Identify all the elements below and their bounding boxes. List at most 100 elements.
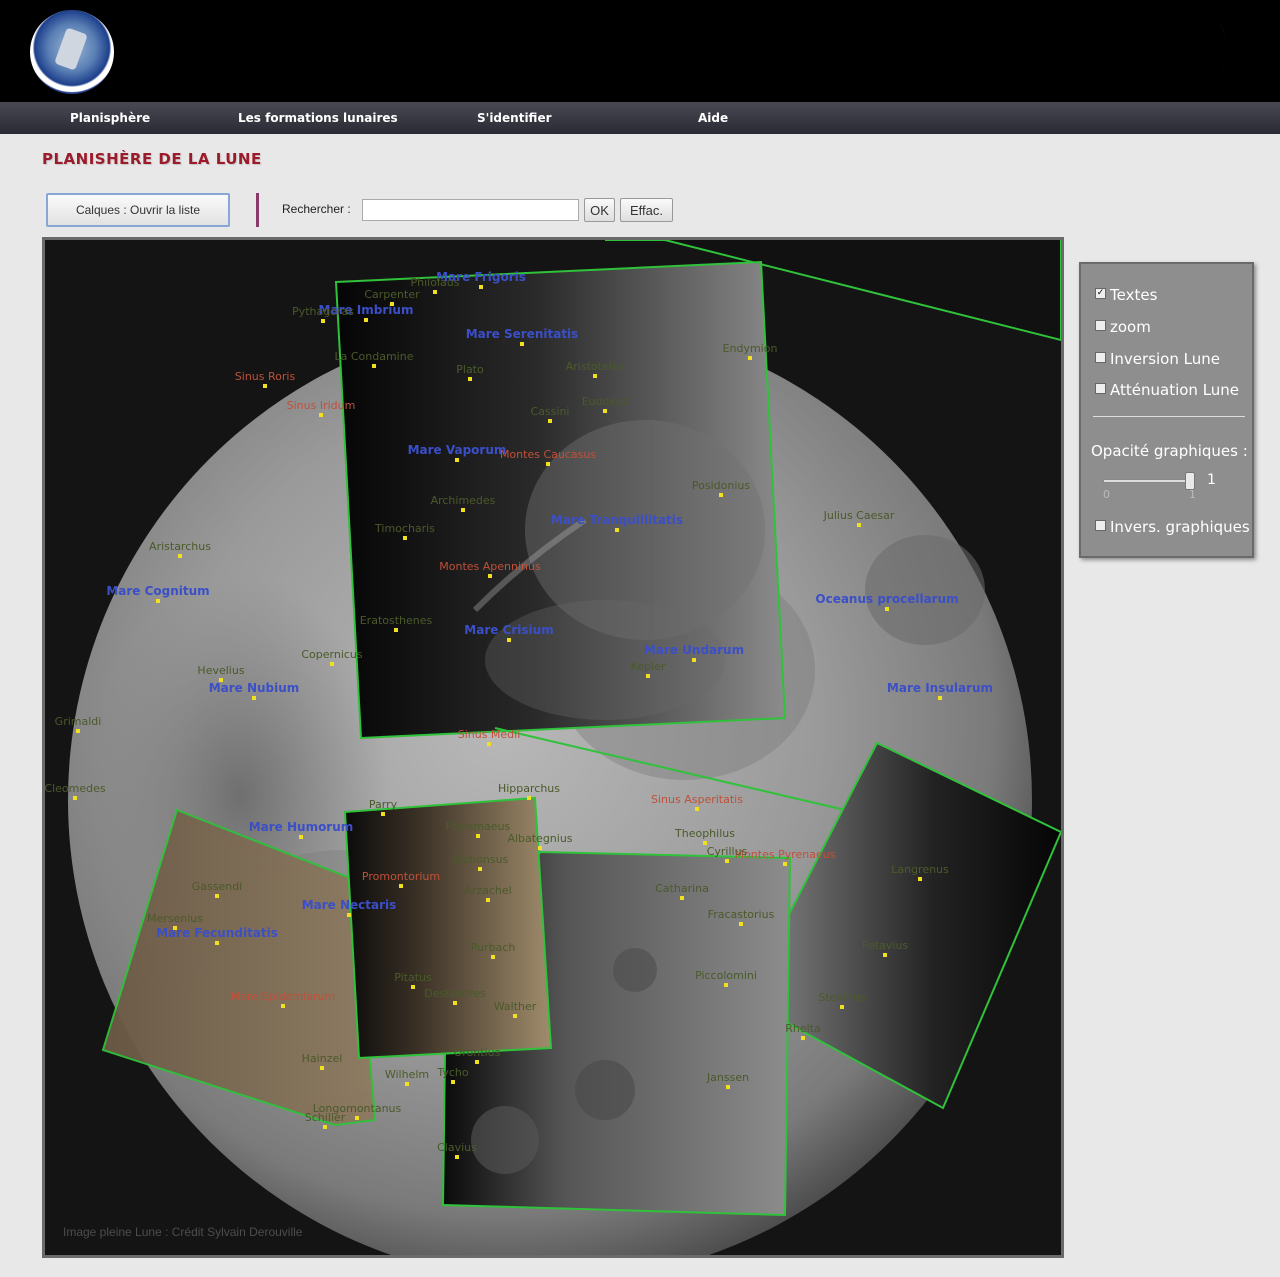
- opacity-slider-track[interactable]: [1103, 479, 1193, 483]
- checkbox-textes[interactable]: ✓: [1095, 288, 1106, 299]
- feature-label[interactable]: Hainzel: [302, 1052, 343, 1065]
- feature-label[interactable]: Mare Insularum: [887, 681, 993, 695]
- nav-help[interactable]: Aide: [698, 111, 728, 125]
- nav-formations-lunaires[interactable]: Les formations lunaires: [238, 111, 398, 125]
- feature-marker[interactable]: [801, 1036, 805, 1040]
- feature-marker[interactable]: [394, 628, 398, 632]
- feature-marker[interactable]: [156, 599, 160, 603]
- feature-label[interactable]: Clavius: [437, 1141, 477, 1154]
- nav-planisphere[interactable]: Planisphère: [70, 111, 150, 125]
- feature-label[interactable]: Mare Undarum: [644, 643, 744, 657]
- feature-marker[interactable]: [173, 926, 177, 930]
- feature-marker[interactable]: [76, 729, 80, 733]
- feature-label[interactable]: Copernicus: [301, 648, 363, 661]
- feature-label[interactable]: Mare Nectaris: [302, 898, 397, 912]
- checkbox-invers-graphiques[interactable]: [1095, 520, 1106, 531]
- feature-marker[interactable]: [405, 1082, 409, 1086]
- feature-label[interactable]: Mare Tranquillitatis: [551, 513, 683, 527]
- feature-label[interactable]: Grimaldi: [55, 715, 102, 728]
- feature-label[interactable]: Promontorium: [362, 870, 440, 883]
- feature-label[interactable]: Tycho: [436, 1066, 469, 1079]
- feature-marker[interactable]: [468, 377, 472, 381]
- feature-label[interactable]: Catharina: [655, 882, 709, 895]
- feature-label[interactable]: Albategnius: [507, 832, 572, 845]
- feature-label[interactable]: Cassini: [531, 405, 570, 418]
- feature-label[interactable]: Arzachel: [464, 884, 511, 897]
- feature-label[interactable]: Julius Caesar: [823, 509, 895, 522]
- option-textes[interactable]: ✓ Textes: [1095, 286, 1157, 304]
- feature-marker[interactable]: [725, 859, 729, 863]
- feature-label[interactable]: Montes Apenninus: [439, 560, 541, 573]
- feature-label[interactable]: Plato: [456, 363, 484, 376]
- option-inversion-lune[interactable]: Inversion Lune: [1095, 350, 1220, 368]
- feature-marker[interactable]: [263, 384, 267, 388]
- feature-label[interactable]: Sinus Medii: [458, 728, 521, 741]
- feature-label[interactable]: Timocharis: [374, 522, 435, 535]
- feature-label[interactable]: Hevelius: [197, 664, 244, 677]
- feature-marker[interactable]: [603, 409, 607, 413]
- checkbox-attenuation-lune[interactable]: [1095, 383, 1106, 394]
- feature-marker[interactable]: [513, 1014, 517, 1018]
- feature-marker[interactable]: [219, 678, 223, 682]
- feature-label[interactable]: Piccolomini: [695, 969, 757, 982]
- feature-label[interactable]: Pythagoras: [292, 305, 354, 318]
- feature-label[interactable]: Montes Pyrenaeus: [735, 848, 836, 861]
- feature-marker[interactable]: [364, 318, 368, 322]
- feature-marker[interactable]: [857, 523, 861, 527]
- feature-marker[interactable]: [215, 894, 219, 898]
- feature-label[interactable]: Cyrillus: [707, 845, 748, 858]
- feature-marker[interactable]: [372, 364, 376, 368]
- feature-label[interactable]: Aristarchus: [149, 540, 211, 553]
- option-invers-graphiques[interactable]: Invers. graphiques: [1095, 518, 1250, 536]
- feature-marker[interactable]: [615, 528, 619, 532]
- feature-marker[interactable]: [320, 1066, 324, 1070]
- search-ok-button[interactable]: OK: [584, 198, 615, 222]
- feature-marker[interactable]: [347, 913, 351, 917]
- feature-label[interactable]: Mare Serenitatis: [466, 327, 579, 341]
- feature-marker[interactable]: [455, 1155, 459, 1159]
- feature-marker[interactable]: [323, 1125, 327, 1129]
- feature-label[interactable]: Mare Humorum: [249, 820, 354, 834]
- checkbox-zoom[interactable]: [1095, 320, 1106, 331]
- feature-label[interactable]: Langrenus: [891, 863, 949, 876]
- feature-marker[interactable]: [390, 302, 394, 306]
- moon-map-canvas[interactable]: Mare FrigorisMare ImbriumMare Serenitati…: [45, 240, 1061, 1255]
- feature-label[interactable]: Parry: [369, 798, 398, 811]
- feature-marker[interactable]: [453, 1001, 457, 1005]
- feature-label[interactable]: Eratosthenes: [360, 614, 433, 627]
- feature-label[interactable]: Alphonsus: [452, 853, 509, 866]
- feature-marker[interactable]: [548, 419, 552, 423]
- feature-marker[interactable]: [538, 846, 542, 850]
- feature-marker[interactable]: [215, 941, 219, 945]
- feature-marker[interactable]: [321, 319, 325, 323]
- feature-marker[interactable]: [938, 696, 942, 700]
- feature-label[interactable]: Wilhelm: [385, 1068, 429, 1081]
- feature-marker[interactable]: [527, 796, 531, 800]
- feature-label[interactable]: Janssen: [706, 1071, 749, 1084]
- feature-label[interactable]: Sinus Asperitatis: [651, 793, 743, 806]
- feature-label[interactable]: Montes Caucasus: [500, 448, 596, 461]
- feature-label[interactable]: Endymion: [723, 342, 778, 355]
- feature-label[interactable]: Stevinus: [818, 991, 866, 1004]
- feature-label[interactable]: Walther: [494, 1000, 537, 1013]
- feature-label[interactable]: Aristoteles: [566, 360, 625, 373]
- feature-marker[interactable]: [178, 554, 182, 558]
- feature-marker[interactable]: [478, 867, 482, 871]
- feature-label[interactable]: Eudoxus: [582, 395, 629, 408]
- feature-label[interactable]: Rheita: [785, 1022, 821, 1035]
- feature-label[interactable]: Oceanus procellarum: [815, 592, 958, 606]
- feature-marker[interactable]: [487, 742, 491, 746]
- feature-marker[interactable]: [475, 1060, 479, 1064]
- feature-marker[interactable]: [451, 1080, 455, 1084]
- checkbox-inversion-lune[interactable]: [1095, 352, 1106, 363]
- feature-label[interactable]: Schiller: [305, 1111, 346, 1124]
- feature-marker[interactable]: [488, 574, 492, 578]
- feature-label[interactable]: Ptolemaeus: [446, 820, 511, 833]
- feature-marker[interactable]: [507, 638, 511, 642]
- feature-marker[interactable]: [918, 877, 922, 881]
- feature-marker[interactable]: [330, 662, 334, 666]
- feature-marker[interactable]: [739, 922, 743, 926]
- layers-open-button[interactable]: Calques : Ouvrir la liste: [46, 193, 230, 227]
- feature-label[interactable]: Hipparchus: [498, 782, 560, 795]
- moon-map[interactable]: Mare Frigoris Mare Imbrium Mare Serenitati…: [42, 237, 1064, 1258]
